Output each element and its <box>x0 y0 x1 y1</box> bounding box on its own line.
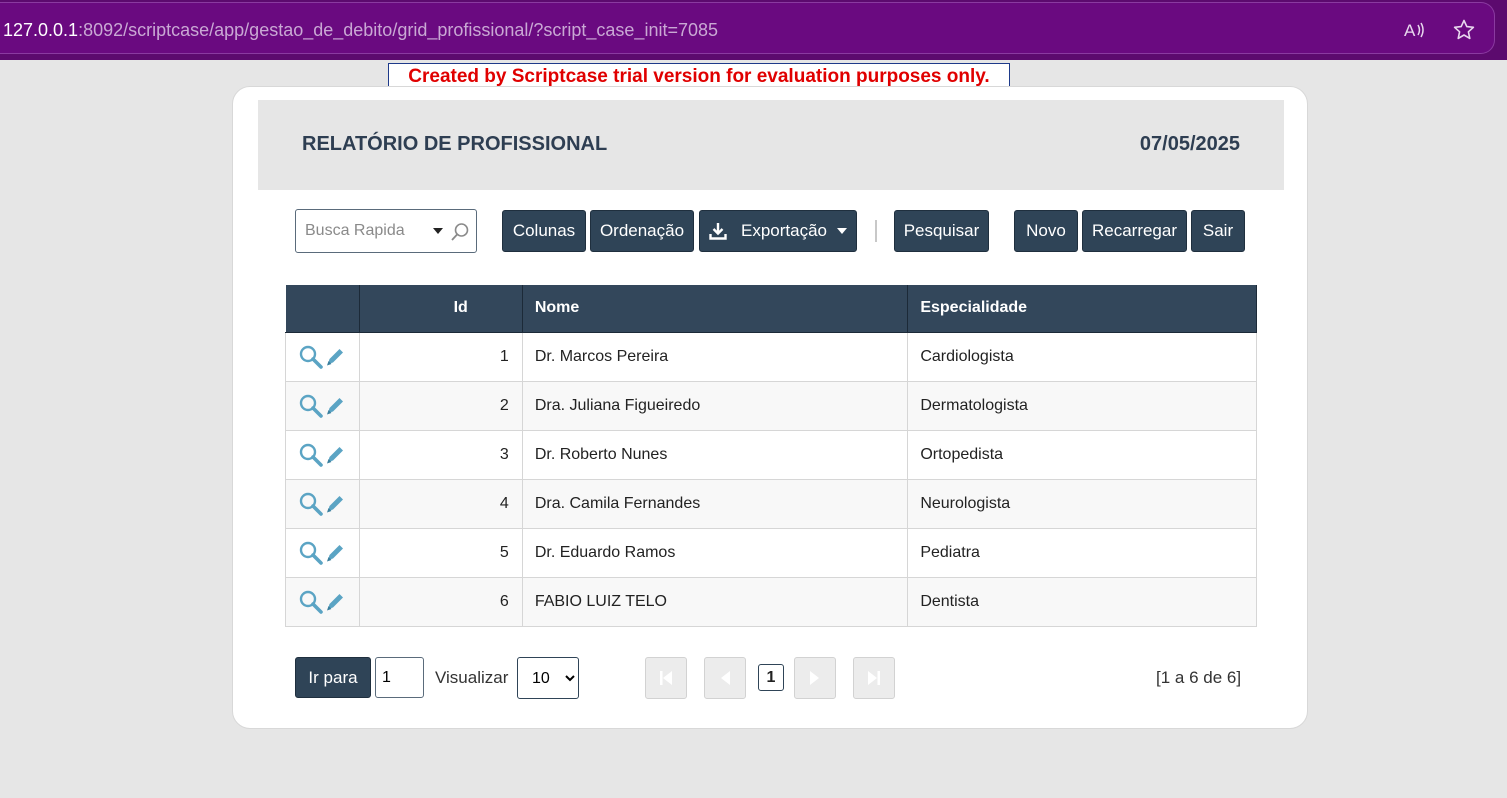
new-button[interactable]: Novo <box>1014 210 1078 252</box>
star-icon[interactable] <box>1452 18 1476 42</box>
next-page-button[interactable] <box>794 657 836 699</box>
caret-down-icon <box>837 228 847 234</box>
toolbar-divider <box>875 220 877 242</box>
quick-search-input[interactable] <box>305 220 425 242</box>
sort-button[interactable]: Ordenação <box>590 210 694 252</box>
url-text[interactable]: 127.0.0.1:8092/scriptcase/app/gestao_de_… <box>3 20 718 41</box>
page-size-select[interactable]: 10 <box>517 657 579 699</box>
row-actions <box>285 527 360 578</box>
reload-button[interactable]: Recarregar <box>1082 210 1187 252</box>
cell-especialidade: Cardiologista <box>907 331 1257 382</box>
first-page-button[interactable] <box>645 657 687 699</box>
goto-button[interactable]: Ir para <box>295 657 371 698</box>
cell-id: 2 <box>358 380 523 431</box>
cell-especialidade: Dermatologista <box>907 380 1257 431</box>
view-icon[interactable] <box>298 442 324 468</box>
cell-id: 3 <box>358 429 523 480</box>
table-row: 5 Dr. Eduardo Ramos Pediatra <box>285 527 1257 578</box>
last-page-icon <box>868 671 880 685</box>
view-label: Visualizar <box>435 668 509 687</box>
export-button[interactable]: Exportação <box>699 210 857 252</box>
cell-id: 1 <box>358 331 523 382</box>
cell-nome: Dra. Juliana Figueiredo <box>521 380 909 431</box>
cell-especialidade: Neurologista <box>907 478 1257 529</box>
last-page-button[interactable] <box>853 657 895 699</box>
next-page-icon <box>810 671 819 685</box>
cell-id: 4 <box>358 478 523 529</box>
edit-icon[interactable] <box>324 493 346 515</box>
records-info: [1 a 6 de 6] <box>1156 668 1242 687</box>
view-icon[interactable] <box>298 491 324 517</box>
row-actions <box>285 380 360 431</box>
cell-especialidade: Pediatra <box>907 527 1257 578</box>
header-especialidade[interactable]: Especialidade <box>907 285 1257 333</box>
header-id[interactable]: Id <box>359 285 523 333</box>
edit-icon[interactable] <box>324 542 346 564</box>
cell-id: 5 <box>358 527 523 578</box>
table-row: 3 Dr. Roberto Nunes Ortopedista <box>285 429 1257 480</box>
cell-nome: Dra. Camila Fernandes <box>521 478 909 529</box>
cell-especialidade: Dentista <box>907 576 1257 627</box>
goto-page-input[interactable] <box>375 657 424 698</box>
read-aloud-icon[interactable]: A <box>1403 19 1425 41</box>
cell-nome: FABIO LUIZ TELO <box>521 576 909 627</box>
caret-down-icon[interactable] <box>433 228 443 234</box>
table-row: 6 FABIO LUIZ TELO Dentista <box>285 576 1257 627</box>
download-icon <box>709 223 727 240</box>
table-header-row: Id Nome Especialidade <box>285 285 1257 333</box>
cell-nome: Dr. Eduardo Ramos <box>521 527 909 578</box>
view-icon[interactable] <box>298 393 324 419</box>
first-page-icon <box>660 671 672 685</box>
view-icon[interactable] <box>298 540 324 566</box>
row-actions <box>285 429 360 480</box>
view-icon[interactable] <box>298 589 324 615</box>
svg-text:A: A <box>1404 21 1416 40</box>
url-path: :8092/scriptcase/app/gestao_de_debito/gr… <box>78 20 719 40</box>
quick-search[interactable] <box>295 209 477 253</box>
header-actions <box>285 285 360 333</box>
current-page[interactable]: 1 <box>758 664 784 691</box>
search-icon[interactable] <box>450 222 470 242</box>
row-actions <box>285 331 360 382</box>
cell-nome: Dr. Roberto Nunes <box>521 429 909 480</box>
search-button[interactable]: Pesquisar <box>894 210 989 252</box>
address-bar[interactable]: 127.0.0.1:8092/scriptcase/app/gestao_de_… <box>0 2 1495 54</box>
previous-page-button[interactable] <box>704 657 746 699</box>
export-label: Exportação <box>741 221 827 240</box>
table-row: 4 Dra. Camila Fernandes Neurologista <box>285 478 1257 529</box>
edit-icon[interactable] <box>324 591 346 613</box>
browser-toolbar: 127.0.0.1:8092/scriptcase/app/gestao_de_… <box>0 0 1507 60</box>
table-row: 1 Dr. Marcos Pereira Cardiologista <box>285 331 1257 382</box>
exit-button[interactable]: Sair <box>1191 210 1245 252</box>
columns-button[interactable]: Colunas <box>502 210 586 252</box>
edit-icon[interactable] <box>324 346 346 368</box>
row-actions <box>285 478 360 529</box>
report-header: RELATÓRIO DE PROFISSIONAL 07/05/2025 <box>258 100 1284 190</box>
report-card: RELATÓRIO DE PROFISSIONAL 07/05/2025 Col… <box>232 86 1308 729</box>
cell-especialidade: Ortopedista <box>907 429 1257 480</box>
report-date: 07/05/2025 <box>1139 133 1240 155</box>
row-actions <box>285 576 360 627</box>
url-host: 127.0.0.1 <box>3 20 79 40</box>
view-icon[interactable] <box>298 344 324 370</box>
edit-icon[interactable] <box>324 395 346 417</box>
professionals-table: Id Nome Especialidade 1 Dr. Marcos Pereir… <box>285 285 1257 627</box>
cell-id: 6 <box>358 576 523 627</box>
previous-page-icon <box>721 671 730 685</box>
edit-icon[interactable] <box>324 444 346 466</box>
table-row: 2 Dra. Juliana Figueiredo Dermatologista <box>285 380 1257 431</box>
cell-nome: Dr. Marcos Pereira <box>521 331 909 382</box>
page-title: RELATÓRIO DE PROFISSIONAL <box>302 133 608 155</box>
header-nome[interactable]: Nome <box>522 285 909 333</box>
